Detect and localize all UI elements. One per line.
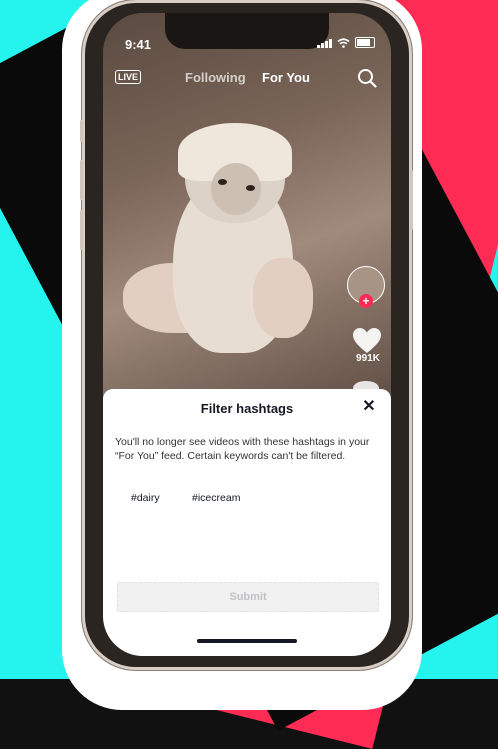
plus-icon[interactable]: + (359, 294, 373, 308)
cat-eye-right (246, 185, 255, 191)
home-indicator[interactable] (197, 639, 297, 643)
tab-following[interactable]: Following (185, 70, 246, 85)
cat-eye-left (218, 179, 227, 185)
phone-volume-down (80, 210, 83, 250)
close-icon[interactable]: ✕ (361, 399, 377, 415)
hashtag-chip[interactable]: #dairy (131, 492, 160, 504)
phone-mute-switch (80, 120, 83, 142)
wifi-icon (337, 38, 350, 48)
top-navigation: LIVE Following For You (103, 68, 391, 92)
phone-power-button (410, 170, 413, 230)
signal-icon (317, 39, 332, 48)
live-icon[interactable]: LIVE (115, 70, 142, 84)
heart-icon[interactable] (353, 328, 381, 354)
like-count: 991K (356, 353, 380, 364)
status-time: 9:41 (125, 37, 152, 52)
battery-icon (355, 37, 375, 48)
search-icon[interactable] (357, 68, 377, 88)
sheet-description: You'll no longer see videos with these h… (115, 436, 370, 462)
phone-volume-up (80, 160, 83, 200)
person-hand-right (253, 258, 313, 338)
filter-hashtags-sheet: Filter hashtags ✕ You'll no longer see v… (103, 389, 391, 656)
submit-button[interactable]: Submit (117, 582, 379, 612)
tab-for-you[interactable]: For You (262, 70, 310, 85)
status-icons (317, 37, 375, 48)
status-bar: 9:41 (103, 13, 391, 53)
phone-screen: 9:41 LIVE Following For You + 991K Filte… (103, 13, 391, 656)
sheet-title: Filter hashtags (200, 401, 294, 416)
hashtag-chip[interactable]: #icecream (192, 492, 240, 504)
